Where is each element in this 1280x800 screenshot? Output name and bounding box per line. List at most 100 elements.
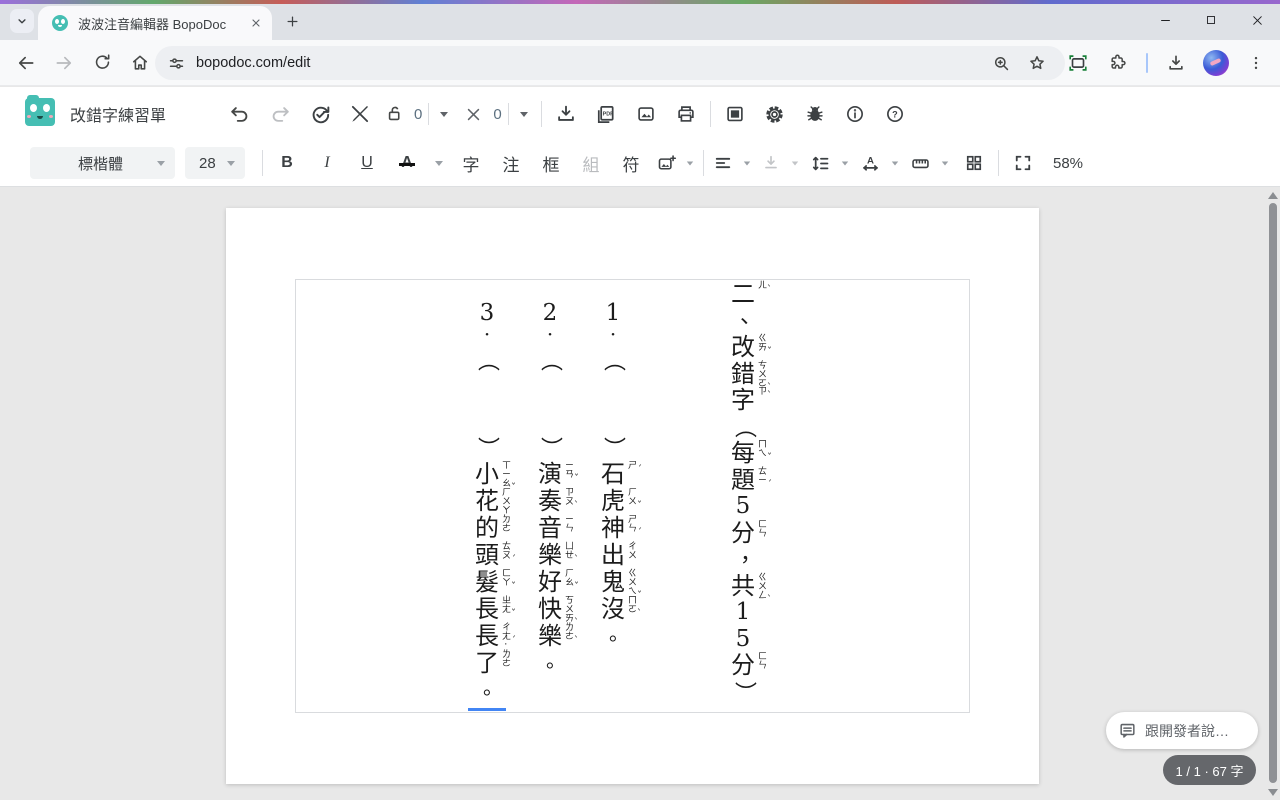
disable-pen-button[interactable] <box>340 94 380 134</box>
align-button[interactable] <box>708 143 738 183</box>
italic-button[interactable]: I <box>307 143 347 183</box>
browser-menu-button[interactable] <box>1238 45 1274 81</box>
maximize-button[interactable] <box>1188 0 1234 40</box>
print-button[interactable] <box>666 94 706 134</box>
browser-window: 波波注音編輯器 BopoDoc bopodoc.co <box>0 0 1280 800</box>
editor-toolbar: 改錯字練習單 0 0 PDF <box>0 87 1280 187</box>
font-family-select[interactable]: 標楷體 <box>30 147 175 179</box>
line-spacing-dropdown-button[interactable] <box>836 143 854 183</box>
doc-char: 石ㄕˊ <box>599 461 627 488</box>
frame-tool-button[interactable]: 框 <box>531 143 571 183</box>
group-tool-label: 組 <box>583 151 600 176</box>
font-color-dropdown-button[interactable] <box>427 143 451 183</box>
document-page[interactable]: 二ㄦˋ、改ㄍㄞˇ錯ㄘㄨㄛˋ字ㄗˋ（每ㄇㄟˇ題ㄊㄧˊ5分ㄈㄣ，共ㄍㄨㄥˋ15分ㄈㄣ… <box>226 208 1039 784</box>
letter-spacing-dropdown-button[interactable] <box>886 143 904 183</box>
doc-char: 快ㄎㄨㄞˋ <box>536 596 564 623</box>
grid-layout-button[interactable] <box>954 143 994 183</box>
symbol-tool-button[interactable]: 符 <box>611 143 651 183</box>
zhuyin-tool-button[interactable]: 注 <box>491 143 531 183</box>
font-color-button[interactable]: A <box>387 143 427 183</box>
font-size-select[interactable]: 28 <box>185 147 245 179</box>
insert-image-dropdown-button[interactable] <box>681 143 699 183</box>
pen-off-icon <box>349 103 371 125</box>
insert-image-button[interactable] <box>651 143 681 183</box>
help-button[interactable]: ? <box>875 94 915 134</box>
strike-dropdown-button[interactable] <box>511 94 537 134</box>
vertical-align-button[interactable] <box>756 143 786 183</box>
bold-button[interactable]: B <box>267 143 307 183</box>
extensions-button[interactable] <box>1100 45 1136 81</box>
document-title[interactable]: 改錯字練習單 <box>70 87 166 140</box>
letter-spacing-button[interactable]: A <box>854 143 886 183</box>
scroll-up-arrow-icon[interactable] <box>1268 192 1278 199</box>
export-image-button[interactable] <box>626 94 666 134</box>
doc-close: ） <box>600 434 627 462</box>
doc-char: 長ㄔㄤˊ <box>473 623 501 650</box>
profile-button[interactable] <box>1198 45 1234 81</box>
site-info-icon[interactable] <box>167 54 186 73</box>
letter-spacing-icon: A <box>860 153 881 174</box>
sync-check-icon <box>309 103 332 126</box>
sync-check-button[interactable] <box>300 94 340 134</box>
vertical-align-dropdown-button[interactable] <box>786 143 804 183</box>
chevron-down-icon <box>520 112 528 117</box>
forward-button[interactable] <box>46 45 82 81</box>
align-dropdown-button[interactable] <box>738 143 756 183</box>
unlock-button[interactable] <box>380 94 410 134</box>
report-bug-button[interactable] <box>795 94 835 134</box>
redo-button[interactable] <box>260 94 300 134</box>
doc-punct: 、 <box>729 308 757 335</box>
line-spacing-button[interactable] <box>804 143 836 183</box>
tab-search-button[interactable] <box>10 9 34 33</box>
undo-button[interactable] <box>220 94 260 134</box>
back-button[interactable] <box>8 45 44 81</box>
bopodoc-logo-icon[interactable] <box>25 98 55 126</box>
cross-icon <box>465 106 482 123</box>
tab-close-icon[interactable] <box>250 17 262 29</box>
close-button[interactable] <box>1234 0 1280 40</box>
align-icon <box>713 153 733 173</box>
doc-char: 好ㄏㄠˇ <box>536 569 564 596</box>
doc-column-section-title: 二ㄦˋ、改ㄍㄞˇ錯ㄘㄨㄛˋ字ㄗˋ（每ㄇㄟˇ題ㄊㄧˊ5分ㄈㄣ，共ㄍㄨㄥˋ15分ㄈㄣ… <box>729 281 775 705</box>
toolbar-row-main: 改錯字練習單 0 0 PDF <box>0 87 1280 140</box>
fullscreen-button[interactable] <box>1003 143 1043 183</box>
italic-label: I <box>324 154 329 172</box>
address-bar[interactable]: bopodoc.com/edit <box>155 46 1065 80</box>
download-doc-button[interactable] <box>546 94 586 134</box>
tab-title: 波波注音編輯器 BopoDoc <box>78 14 250 33</box>
zoom-level[interactable]: 58% <box>1053 155 1083 172</box>
bookmark-button[interactable] <box>1019 45 1055 81</box>
redo-icon <box>269 103 291 125</box>
new-tab-button[interactable] <box>280 9 304 33</box>
settings-button[interactable] <box>755 94 795 134</box>
browser-navbar: bopodoc.com/edit <box>0 40 1280 86</box>
downloads-button[interactable] <box>1158 45 1194 81</box>
url-text[interactable]: bopodoc.com/edit <box>196 55 983 71</box>
ruler-button[interactable] <box>904 143 936 183</box>
scrollbar-thumb[interactable] <box>1269 203 1277 783</box>
zoom-page-button[interactable] <box>983 45 1019 81</box>
doc-char: 的ㄉㄜ˙ <box>473 515 501 542</box>
feedback-button[interactable]: 跟開發者說… <box>1106 712 1258 749</box>
character-tool-button[interactable]: 字 <box>451 143 491 183</box>
strike-button[interactable] <box>457 94 489 134</box>
export-pdf-button[interactable]: PDF <box>586 94 626 134</box>
home-button[interactable] <box>122 45 158 81</box>
ruler-dropdown-button[interactable] <box>936 143 954 183</box>
focus-mode-button[interactable] <box>715 94 755 134</box>
scroll-down-arrow-icon[interactable] <box>1268 789 1278 796</box>
screenshot-extension-button[interactable] <box>1060 45 1096 81</box>
doc-char: 分ㄈㄣ <box>729 652 757 679</box>
reload-button[interactable] <box>84 45 120 81</box>
printer-icon <box>675 103 697 125</box>
underline-button[interactable]: U <box>347 143 387 183</box>
text-cursor <box>468 708 506 711</box>
doc-char: 小ㄒㄧㄠˇ <box>473 461 501 488</box>
info-button[interactable] <box>835 94 875 134</box>
minimize-button[interactable] <box>1142 0 1188 40</box>
vertical-scrollbar[interactable] <box>1267 190 1279 798</box>
doc-num: 1 <box>729 599 757 626</box>
group-tool-button[interactable]: 組 <box>571 143 611 183</box>
browser-tab[interactable]: 波波注音編輯器 BopoDoc <box>38 6 272 40</box>
unlock-dropdown-button[interactable] <box>431 94 457 134</box>
